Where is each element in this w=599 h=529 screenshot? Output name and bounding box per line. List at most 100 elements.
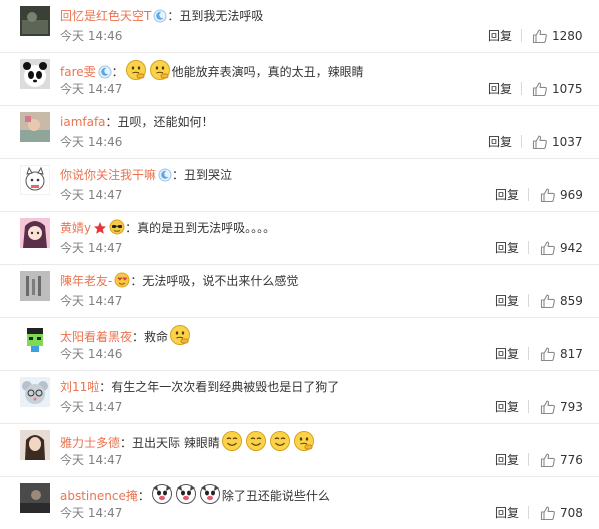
reply-button[interactable]: 回复 (495, 187, 519, 203)
thinking-emoji (125, 59, 147, 81)
reply-button[interactable]: 回复 (488, 28, 512, 44)
moon-badge (98, 65, 112, 79)
reply-button[interactable]: 回复 (488, 81, 512, 97)
username-link[interactable]: 太阳看着黑夜 (60, 330, 132, 344)
avatar[interactable] (20, 112, 50, 142)
comment-line: 回忆是红色天空T ：丑到我无法呼吸 (60, 6, 589, 26)
thinking-emoji (170, 325, 191, 345)
comment-row: 太阳看着黑夜：救命 今天 14:46 回复 817 (0, 318, 599, 371)
comment-text: ：丑出天际 辣眼睛 (120, 436, 220, 450)
avatar[interactable] (20, 483, 50, 513)
comment-text: ：丑到哭泣 (172, 168, 233, 182)
like-count: 708 (560, 506, 583, 520)
reply-button[interactable]: 回复 (488, 134, 512, 150)
username-link[interactable]: fare雯 (60, 65, 96, 79)
moon-badge (158, 168, 172, 182)
like-count: 1075 (552, 82, 583, 96)
action-divider (528, 506, 529, 519)
thumb-up-icon (540, 294, 555, 309)
username-link[interactable]: 刘11啦 (60, 380, 99, 394)
sunglasses-badge (109, 219, 125, 235)
username-link[interactable]: abstinence掩 (60, 489, 138, 503)
dog-face-emoji (175, 483, 197, 505)
comment-row: abstinence掩： 除了丑还能说些什么 今天 14:47 回复 708 (0, 477, 599, 529)
comment-time: 今天 14:47 (60, 294, 123, 308)
avatar-image (20, 218, 50, 248)
thumb-up-icon (540, 506, 555, 521)
avatar[interactable] (20, 6, 50, 36)
thumb-up-icon (532, 81, 548, 101)
thinking-emoji (293, 431, 314, 451)
reply-button[interactable]: 回复 (495, 399, 519, 415)
thumb-up-icon (540, 241, 555, 256)
avatar[interactable] (20, 218, 50, 248)
action-divider (528, 347, 529, 360)
like-count: 817 (560, 347, 583, 361)
reply-button[interactable]: 回复 (495, 240, 519, 256)
username-link[interactable]: 黄婧y (60, 221, 91, 235)
username-link[interactable]: 回忆是红色天空T (60, 9, 151, 23)
comment-line: 黄婧y ：真的是丑到无法呼吸。。。。 (60, 218, 589, 238)
comment-row: 陳年老友- ：无法呼吸，说不出来什么感觉 今天 14:47 回复 859 (0, 265, 599, 318)
like-count: 793 (560, 400, 583, 414)
comment-text: ：无法呼吸，说不出来什么感觉 (130, 274, 299, 288)
avatar[interactable] (20, 271, 50, 301)
username-link[interactable]: 陳年老友- (60, 274, 112, 288)
moon-badge (98, 65, 112, 79)
action-divider (528, 453, 529, 466)
avatar[interactable] (20, 165, 50, 195)
moon-badge (153, 9, 167, 23)
smile-emoji (221, 430, 243, 452)
username-link[interactable]: iamfafa (60, 115, 106, 129)
comment-time: 今天 14:46 (60, 135, 123, 149)
avatar[interactable] (20, 377, 50, 407)
comment-line: 太阳看着黑夜：救命 (60, 324, 589, 345)
avatar-image (20, 59, 50, 89)
username-link[interactable]: 雅力士多德 (60, 436, 120, 450)
reply-button[interactable]: 回复 (495, 452, 519, 468)
star-badge (94, 222, 107, 234)
comment-time: 今天 14:47 (60, 241, 123, 255)
dog-face-emoji (199, 484, 220, 504)
thumb-up-icon (532, 82, 547, 97)
action-divider (528, 294, 529, 307)
action-divider (528, 400, 529, 413)
thinking-emoji (125, 60, 146, 80)
action-divider (528, 241, 529, 254)
comment-time: 今天 14:47 (60, 506, 123, 520)
thumb-up-icon (540, 505, 556, 525)
smile-emoji (245, 431, 266, 451)
like-count: 969 (560, 188, 583, 202)
avatar-image (20, 430, 50, 460)
thumb-up-icon (532, 134, 548, 154)
thumb-up-icon (540, 188, 555, 203)
avatar-image (20, 483, 50, 513)
comment-row: fare雯 ： 他能放弃表演吗，真的太丑，辣眼睛 今天 14:47 回复 1075 (0, 53, 599, 106)
comment-line: 刘11啦：有生之年一次次看到经典被毁也是日了狗了 (60, 377, 589, 397)
heart-eyes-badge (114, 272, 130, 288)
comment-text-prefix: ： (111, 65, 124, 79)
comment-row: 黄婧y ：真的是丑到无法呼吸。。。。 今天 14:47 回复 942 (0, 212, 599, 265)
username-link[interactable]: 你说你关注我干嘛 (60, 168, 156, 182)
action-divider (521, 29, 522, 42)
smile-emoji (245, 430, 267, 452)
reply-button[interactable]: 回复 (495, 346, 519, 362)
like-count: 1280 (552, 29, 583, 43)
comment-line: 你说你关注我干嘛 ：丑到哭泣 (60, 165, 589, 185)
comment-list: 回忆是红色天空T ：丑到我无法呼吸今天 14:46 回复 1280 fare雯 ： 他能放弃… (0, 0, 599, 529)
comment-time: 今天 14:47 (60, 400, 123, 414)
like-count: 1037 (552, 135, 583, 149)
thumb-up-icon (540, 453, 555, 468)
avatar[interactable] (20, 324, 50, 354)
dog-face-emoji (175, 484, 196, 504)
sunglasses-badge (109, 219, 125, 235)
comment-row: 你说你关注我干嘛 ：丑到哭泣 今天 14:47 回复 969 (0, 159, 599, 212)
reply-button[interactable]: 回复 (495, 293, 519, 309)
avatar[interactable] (20, 430, 50, 460)
smile-emoji (269, 431, 290, 451)
thumb-up-icon (540, 452, 556, 472)
avatar[interactable] (20, 59, 50, 89)
reply-button[interactable]: 回复 (495, 505, 519, 521)
dog-face-emoji (199, 483, 221, 505)
comment-text: 他能放弃表演吗，真的太丑，辣眼睛 (171, 65, 364, 79)
